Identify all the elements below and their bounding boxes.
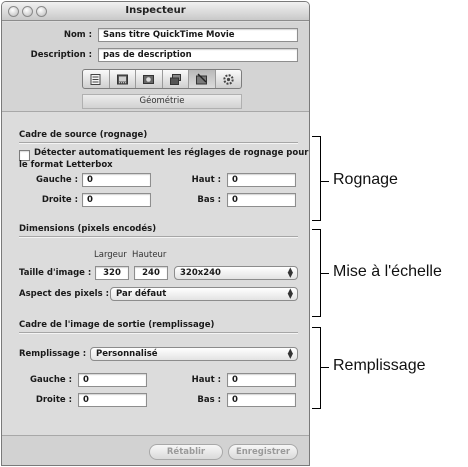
crop-top-label: Haut : bbox=[191, 175, 221, 185]
pad-right-label: Droite : bbox=[35, 395, 72, 405]
name-field[interactable]: Sans titre QuickTime Movie bbox=[98, 28, 298, 42]
crop-bottom-field[interactable]: 0 bbox=[227, 193, 296, 207]
auto-detect-label-line2: le format Letterbox bbox=[19, 160, 113, 170]
crop-right-field[interactable]: 0 bbox=[82, 193, 151, 207]
crop-right-label: Droite : bbox=[41, 195, 78, 205]
output-separator bbox=[19, 332, 298, 334]
tab-geometry[interactable] bbox=[189, 70, 216, 88]
geometry-icon bbox=[196, 73, 208, 84]
window-title: Inspecteur bbox=[125, 5, 186, 16]
pixel-aspect-label: Aspect des pixels : bbox=[19, 289, 109, 299]
name-label: Nom : bbox=[63, 30, 92, 40]
crop-left-label: Gauche : bbox=[36, 175, 78, 185]
pixel-aspect-value: Par défaut bbox=[116, 289, 167, 299]
padding-bracket bbox=[312, 327, 321, 409]
footer-bar: Rétablir Enregistrer bbox=[2, 435, 309, 465]
dimensions-section-title: Dimensions (pixels encodés) bbox=[19, 224, 157, 234]
output-section-title: Cadre de l'image de sortie (remplissage) bbox=[19, 320, 215, 330]
padding-value: Personnalisé bbox=[96, 349, 158, 359]
pad-top-label: Haut : bbox=[191, 375, 221, 385]
summary-icon bbox=[90, 73, 101, 85]
pixel-aspect-popup[interactable]: Par défaut ▲ ▼ bbox=[110, 287, 298, 301]
crop-bottom-label: Bas : bbox=[197, 195, 221, 205]
popup-arrows-icon: ▲ ▼ bbox=[287, 347, 293, 360]
padding-label: Remplissage : bbox=[19, 349, 87, 359]
crop-section-title: Cadre de source (rognage) bbox=[19, 130, 148, 140]
padding-tick bbox=[321, 367, 329, 368]
header-panel: Nom : Sans titre QuickTime Movie Descrip… bbox=[2, 22, 309, 112]
height-header: Hauteur bbox=[132, 250, 167, 260]
inspector-window: Inspecteur Nom : Sans titre QuickTime Mo… bbox=[1, 1, 310, 466]
popup-arrows-icon: ▲ ▼ bbox=[287, 287, 293, 300]
tab-actions[interactable] bbox=[216, 70, 242, 88]
tab-summary[interactable] bbox=[83, 70, 110, 88]
cropping-tick bbox=[321, 181, 329, 182]
cropping-bracket bbox=[312, 136, 321, 221]
tab-subtitle: Géométrie bbox=[82, 94, 242, 109]
height-field[interactable]: 240 bbox=[134, 266, 168, 280]
auto-detect-label-line1: Détecter automatiquement les réglages de… bbox=[34, 148, 309, 158]
tab-video[interactable] bbox=[110, 70, 136, 88]
geometry-pane: Cadre de source (rognage) Détecter autom… bbox=[2, 113, 309, 435]
width-header: Largeur bbox=[94, 250, 127, 260]
video-icon bbox=[116, 74, 128, 84]
frame-controls-icon bbox=[169, 73, 181, 85]
encoder-icon bbox=[143, 74, 155, 84]
padding-popup[interactable]: Personnalisé ▲ ▼ bbox=[90, 347, 298, 361]
crop-top-field[interactable]: 0 bbox=[227, 173, 296, 187]
scaling-callout: Mise à l'échelle bbox=[333, 263, 442, 280]
pad-right-field[interactable]: 0 bbox=[78, 393, 147, 407]
title-bar[interactable]: Inspecteur bbox=[2, 2, 309, 21]
revert-button[interactable]: Rétablir bbox=[149, 444, 223, 460]
scaling-tick bbox=[321, 273, 329, 274]
width-field[interactable]: 320 bbox=[95, 266, 129, 280]
pad-top-field[interactable]: 0 bbox=[227, 373, 296, 387]
pad-bottom-label: Bas : bbox=[197, 395, 221, 405]
cropping-callout: Rognage bbox=[333, 171, 398, 188]
tab-frame-controls[interactable] bbox=[163, 70, 189, 88]
size-preset-value: 320x240 bbox=[180, 268, 221, 278]
popup-arrows-icon: ▲ ▼ bbox=[287, 266, 293, 279]
crop-left-field[interactable]: 0 bbox=[82, 173, 151, 187]
size-preset-popup[interactable]: 320x240 ▲ ▼ bbox=[174, 266, 298, 280]
description-field[interactable]: pas de description bbox=[98, 48, 298, 62]
frame-size-label: Taille d'image : bbox=[19, 268, 92, 278]
pad-bottom-field[interactable]: 0 bbox=[227, 393, 296, 407]
scaling-bracket bbox=[312, 229, 321, 317]
description-label: Description : bbox=[30, 50, 92, 60]
padding-callout: Remplissage bbox=[333, 357, 426, 374]
inspector-tab-bar bbox=[82, 69, 242, 89]
pad-left-field[interactable]: 0 bbox=[78, 373, 147, 387]
pad-left-label: Gauche : bbox=[30, 375, 72, 385]
save-button[interactable]: Enregistrer bbox=[228, 444, 298, 460]
crop-separator bbox=[19, 142, 298, 144]
actions-icon bbox=[223, 73, 234, 85]
dimensions-separator bbox=[19, 236, 298, 238]
tab-encoder[interactable] bbox=[136, 70, 163, 88]
